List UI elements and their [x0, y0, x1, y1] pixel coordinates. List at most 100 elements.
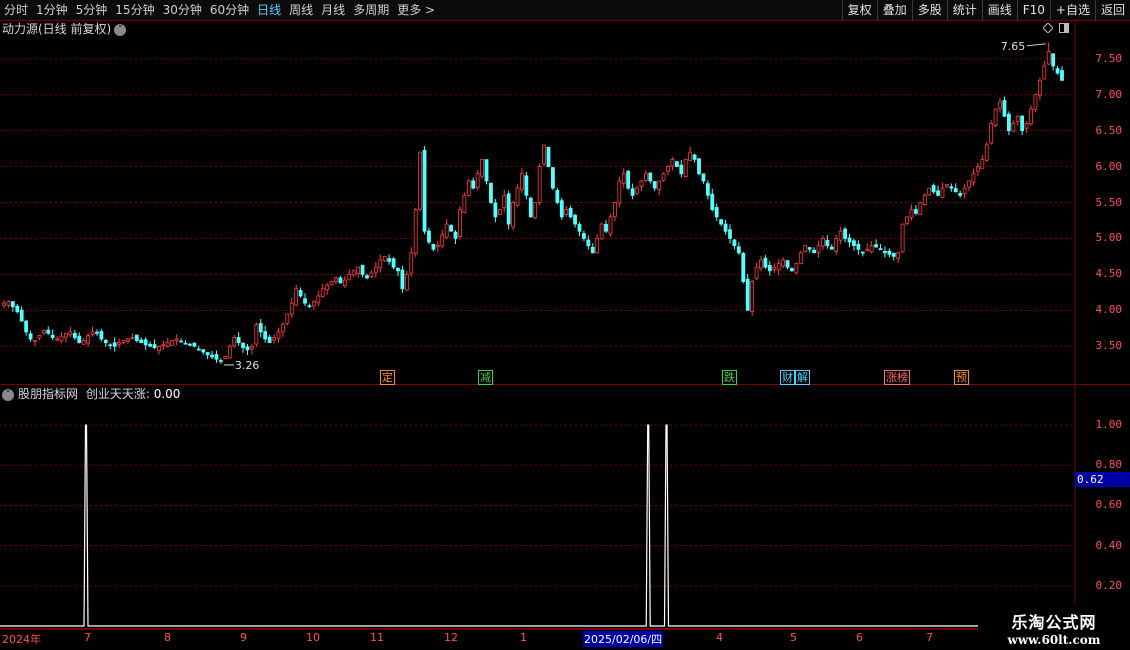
candle-body	[289, 302, 294, 315]
candle-body	[953, 188, 958, 193]
candle-body	[838, 230, 843, 241]
candle-body	[1020, 115, 1025, 132]
candle-body	[86, 335, 91, 344]
candle-body	[719, 219, 724, 225]
high-arrow	[1026, 43, 1046, 47]
event-badge[interactable]: 涨榜	[884, 370, 910, 385]
candle-body	[506, 193, 511, 225]
candle-body	[382, 256, 387, 261]
candle-body	[170, 340, 175, 346]
date-tick-label: 12	[444, 631, 458, 644]
candle-body	[958, 193, 963, 196]
event-badge[interactable]: 跌	[722, 370, 737, 385]
date-tick-label: 10	[306, 631, 320, 644]
period-tab-8[interactable]: 月线	[317, 0, 349, 20]
period-tab-1[interactable]: 1分钟	[32, 0, 72, 20]
candle-body	[130, 337, 135, 340]
candle-body	[81, 340, 86, 345]
watermark: 乐淘公式网 www.60lt.com	[978, 605, 1130, 650]
toolbar-button-2[interactable]: 多股	[911, 0, 947, 20]
period-tab-10[interactable]: 更多 >	[393, 0, 439, 20]
candle-body	[967, 180, 971, 188]
period-tab-6[interactable]: 日线	[253, 0, 285, 20]
period-tab-9[interactable]: 多周期	[349, 0, 393, 20]
candle-body	[10, 301, 15, 308]
candle-body	[582, 233, 586, 239]
candle-body	[276, 331, 281, 339]
candle-body	[626, 170, 631, 189]
period-tab-4[interactable]: 30分钟	[159, 0, 206, 20]
toolbar-button-6[interactable]: +自选	[1049, 0, 1095, 20]
high-price-label: 7.65	[1001, 40, 1026, 53]
event-badge[interactable]: 解	[795, 370, 810, 385]
candle-body	[621, 173, 626, 184]
event-badge[interactable]: 定	[380, 370, 395, 385]
candle-body	[360, 264, 365, 275]
candle-body	[453, 231, 458, 239]
candle-body	[989, 123, 994, 144]
watermark-title: 乐淘公式网	[1011, 612, 1097, 632]
candle-body	[905, 216, 909, 224]
candle-body	[458, 209, 462, 238]
candle-body	[1051, 53, 1056, 67]
candle-body	[112, 342, 117, 347]
candle-body	[741, 253, 746, 282]
candle-body	[484, 159, 489, 182]
candle-body	[139, 339, 144, 344]
price-tick-label: 3.50	[1095, 339, 1123, 353]
candle-body	[980, 158, 985, 169]
period-tab-5[interactable]: 60分钟	[206, 0, 253, 20]
candle-body	[586, 239, 591, 247]
date-tick-label: 1	[520, 631, 527, 644]
candle-body	[90, 331, 95, 336]
period-tab-3[interactable]: 15分钟	[111, 0, 158, 20]
candle-body	[254, 324, 259, 345]
candle-body	[865, 248, 870, 251]
candle-body	[431, 244, 436, 250]
candle-body	[1060, 70, 1064, 81]
candle-body	[121, 340, 126, 343]
price-tick-label: 6.50	[1095, 123, 1123, 137]
candle-body	[1011, 123, 1016, 132]
event-badge[interactable]: 减	[478, 370, 493, 385]
candle-body	[72, 332, 77, 339]
period-tab-0[interactable]: 分时	[0, 0, 32, 20]
candle-body	[648, 172, 653, 182]
candle-body	[214, 354, 219, 360]
candle-body	[834, 238, 839, 252]
toolbar-button-7[interactable]: 返回	[1094, 0, 1130, 20]
event-badge[interactable]: 预	[954, 370, 969, 385]
candle-body	[520, 173, 524, 190]
candle-body	[829, 246, 834, 250]
candle-body	[1037, 79, 1042, 96]
toolbar-button-3[interactable]: 统计	[946, 0, 982, 20]
candle-body	[41, 330, 46, 334]
candle-body	[205, 352, 210, 356]
candle-body	[201, 349, 206, 353]
candle-body	[697, 158, 701, 175]
toolbar-button-0[interactable]: 复权	[841, 0, 877, 20]
indicator-chart[interactable]	[0, 385, 1130, 629]
candle-body	[378, 259, 383, 269]
candle-body	[555, 190, 560, 203]
candle-body	[174, 338, 179, 341]
candle-body	[909, 209, 914, 218]
candle-body	[927, 187, 932, 196]
candle-body	[497, 209, 502, 216]
event-badge[interactable]: 财	[780, 370, 795, 385]
low-price-label: 3.26	[235, 359, 260, 372]
candle-body	[807, 247, 812, 250]
period-tab-7[interactable]: 周线	[285, 0, 317, 20]
period-tab-2[interactable]: 5分钟	[72, 0, 112, 20]
date-tick-label: 9	[240, 631, 247, 644]
candle-body	[652, 181, 657, 189]
candle-body	[674, 161, 679, 167]
toolbar-button-4[interactable]: 画线	[981, 0, 1017, 20]
candle-body	[825, 240, 830, 247]
toolbar-button-1[interactable]: 叠加	[876, 0, 912, 20]
candle-body	[334, 277, 338, 283]
candle-body	[577, 224, 582, 232]
toolbar-button-5[interactable]: F10	[1016, 0, 1050, 20]
candlestick-chart[interactable]: 7.65 3.26	[0, 20, 1130, 385]
candle-body	[223, 355, 228, 359]
